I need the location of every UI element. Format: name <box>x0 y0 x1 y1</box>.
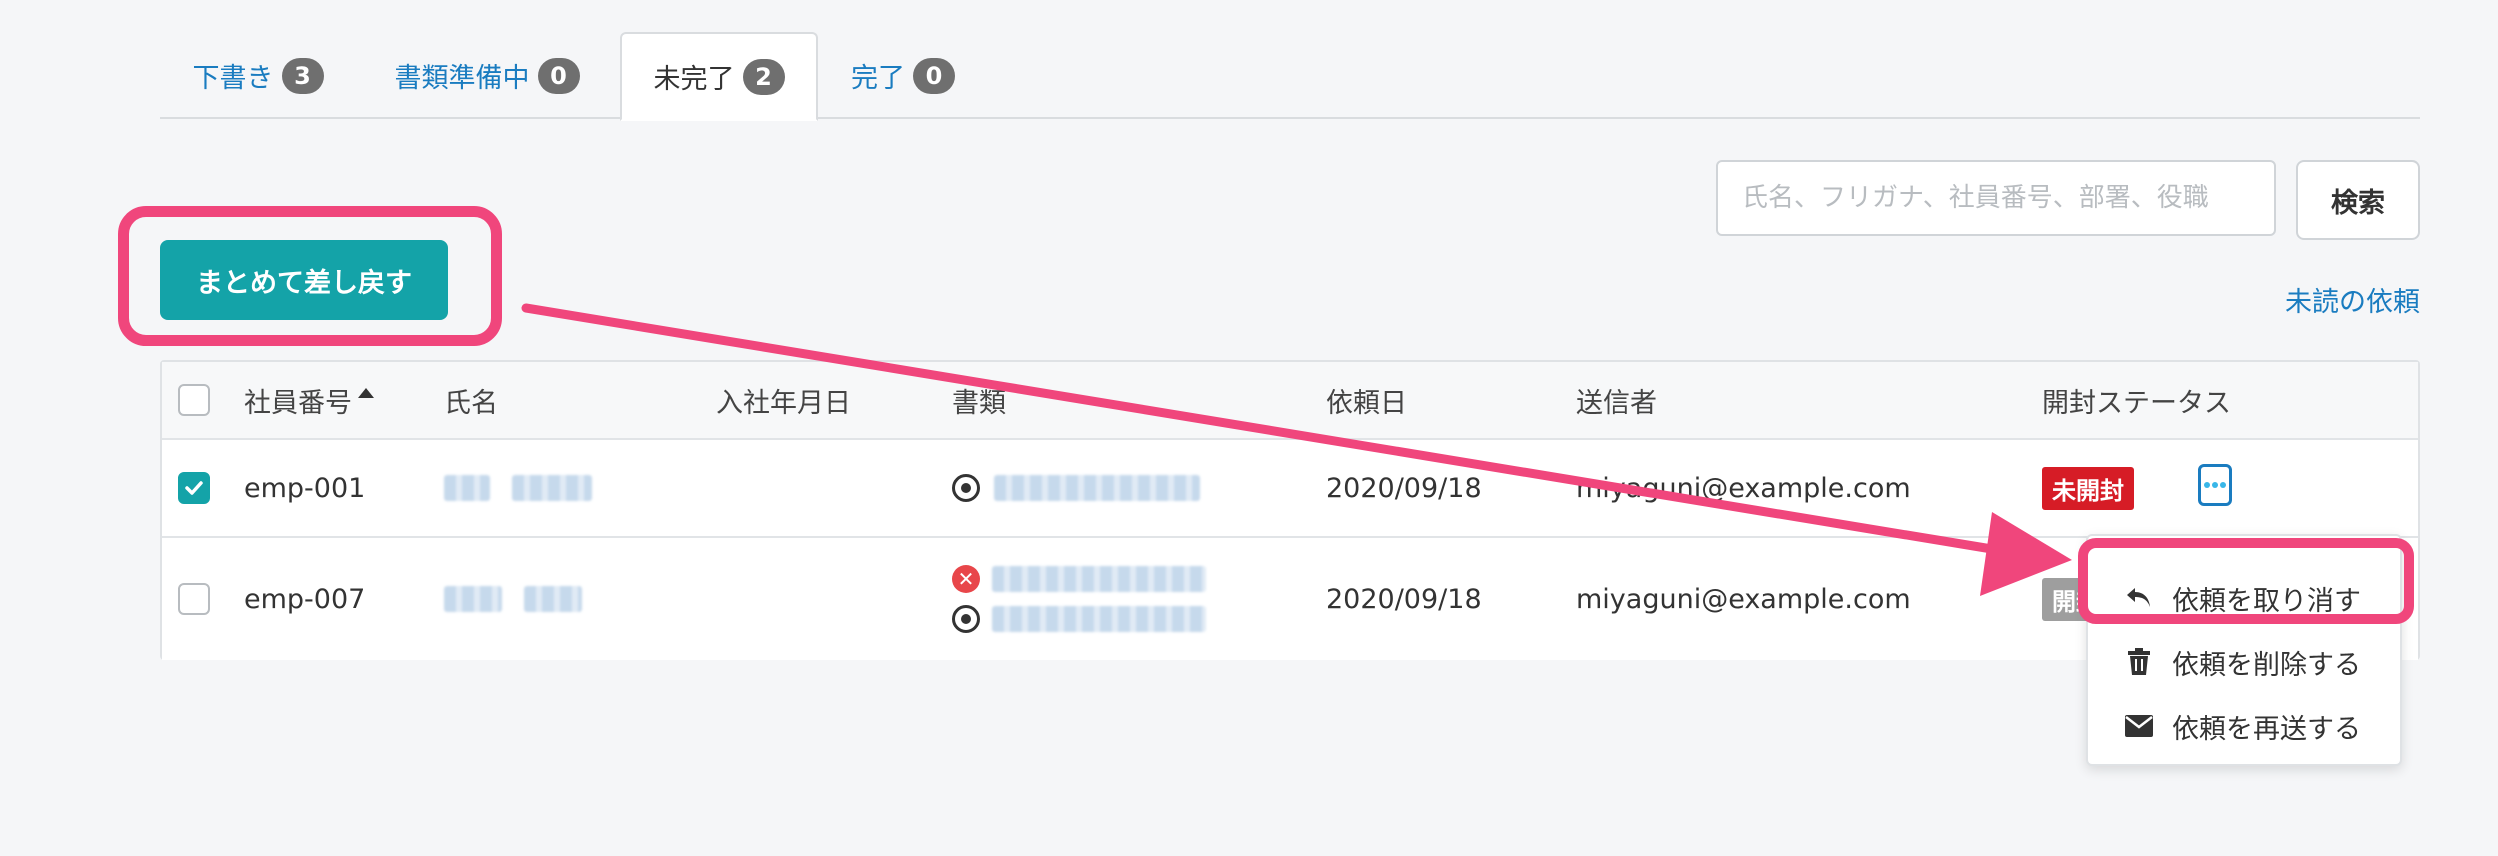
envelope-icon <box>2124 715 2154 737</box>
row-checkbox[interactable] <box>178 472 210 504</box>
check-icon <box>185 481 203 495</box>
menu-item-label: 依頼を削除する <box>2172 649 2361 681</box>
document-name-redacted <box>994 475 1200 501</box>
tab-count-badge: 3 <box>281 57 324 94</box>
sender-email: miyaguni@example.com <box>1576 472 1911 504</box>
request-table: 社員番号 氏名 入社年月日 書類 依頼日 送信者 開封ステータス emp-001 <box>160 360 2420 660</box>
dot-icon <box>2212 482 2218 488</box>
tab-complete[interactable]: 完了 0 <box>820 32 986 119</box>
column-header-employee-id[interactable]: 社員番号 <box>244 362 374 438</box>
radio-dot-icon <box>952 474 980 502</box>
menu-item-label: 依頼を取り消す <box>2172 585 2361 617</box>
radio-dot-icon <box>952 605 980 633</box>
sort-asc-icon <box>358 388 374 398</box>
sender-email: miyaguni@example.com <box>1576 583 1911 615</box>
menu-item-resend-request[interactable]: 依頼を再送する <box>2088 696 2400 756</box>
row-actions-menu: 依頼を取り消す 依頼を削除する 依頼を再送する <box>2086 534 2402 766</box>
menu-item-cancel-request[interactable]: 依頼を取り消す <box>2088 568 2400 628</box>
tab-count-badge: 2 <box>742 58 785 95</box>
column-header-documents: 書類 <box>952 387 1006 419</box>
document-name-redacted <box>992 606 1206 632</box>
column-label: 社員番号 <box>244 387 352 419</box>
document-item[interactable]: ✕ <box>952 565 1206 593</box>
undo-icon <box>2124 586 2154 610</box>
select-all-checkbox[interactable] <box>178 384 210 416</box>
tab-count-badge: 0 <box>913 57 955 94</box>
error-x-icon: ✕ <box>952 565 980 593</box>
status-badge: 未開封 <box>2042 466 2134 510</box>
document-name-redacted <box>992 566 1206 592</box>
table-row[interactable]: emp-007 ✕ 2020/09/18 miyaguni@example.co… <box>162 538 2418 660</box>
tab-draft[interactable]: 下書き 3 <box>160 32 356 119</box>
row-select-cell <box>178 538 210 660</box>
tab-label: 書類準備中 <box>394 63 530 94</box>
column-header-name: 氏名 <box>444 387 498 419</box>
column-header-hire-date: 入社年月日 <box>716 387 851 419</box>
row-checkbox[interactable] <box>178 583 210 615</box>
search-input[interactable] <box>1716 160 2276 236</box>
status-cell: 未開封 <box>2042 440 2134 536</box>
column-header-open-status: 開封ステータス <box>2042 387 2231 419</box>
page: 下書き 3 書類準備中 0 未完了 2 完了 0 検索 未読の依頼 まとめて差し… <box>0 0 2498 856</box>
tab-count-badge: 0 <box>537 57 580 94</box>
menu-item-delete-request[interactable]: 依頼を削除する <box>2088 632 2400 692</box>
tab-label: 未完了 <box>653 64 735 95</box>
trash-icon <box>2124 648 2154 676</box>
menu-item-label: 依頼を再送する <box>2172 713 2361 745</box>
employee-id: emp-007 <box>244 583 366 615</box>
dot-icon <box>2204 482 2210 488</box>
tab-label: 完了 <box>851 63 905 94</box>
document-item[interactable] <box>952 605 1206 633</box>
status-tabs: 下書き 3 書類準備中 0 未完了 2 完了 0 <box>160 32 2420 121</box>
employee-name-redacted <box>444 440 592 536</box>
tab-preparing[interactable]: 書類準備中 0 <box>356 32 618 119</box>
employee-id: emp-001 <box>244 472 366 504</box>
dot-icon <box>2220 482 2226 488</box>
employee-name-redacted <box>444 538 582 660</box>
tab-label: 下書き <box>192 63 274 94</box>
document-item[interactable] <box>952 440 1200 536</box>
request-date: 2020/09/18 <box>1326 472 1482 504</box>
column-header-request-date: 依頼日 <box>1326 387 1407 419</box>
table-row[interactable]: emp-001 2020/09/18 miyaguni@example.com … <box>162 440 2418 538</box>
tab-incomplete[interactable]: 未完了 2 <box>620 32 818 121</box>
unread-requests-link[interactable]: 未読の依頼 <box>2285 280 2420 319</box>
bulk-return-button[interactable]: まとめて差し戻す <box>160 240 448 320</box>
document-list: ✕ <box>952 538 1206 660</box>
search-button[interactable]: 検索 <box>2296 160 2420 240</box>
table-header: 社員番号 氏名 入社年月日 書類 依頼日 送信者 開封ステータス <box>162 362 2418 440</box>
select-all-cell <box>178 362 210 438</box>
column-header-sender: 送信者 <box>1576 387 1657 419</box>
row-actions-button[interactable] <box>2198 464 2232 506</box>
request-date: 2020/09/18 <box>1326 583 1482 615</box>
row-select-cell <box>178 440 210 536</box>
